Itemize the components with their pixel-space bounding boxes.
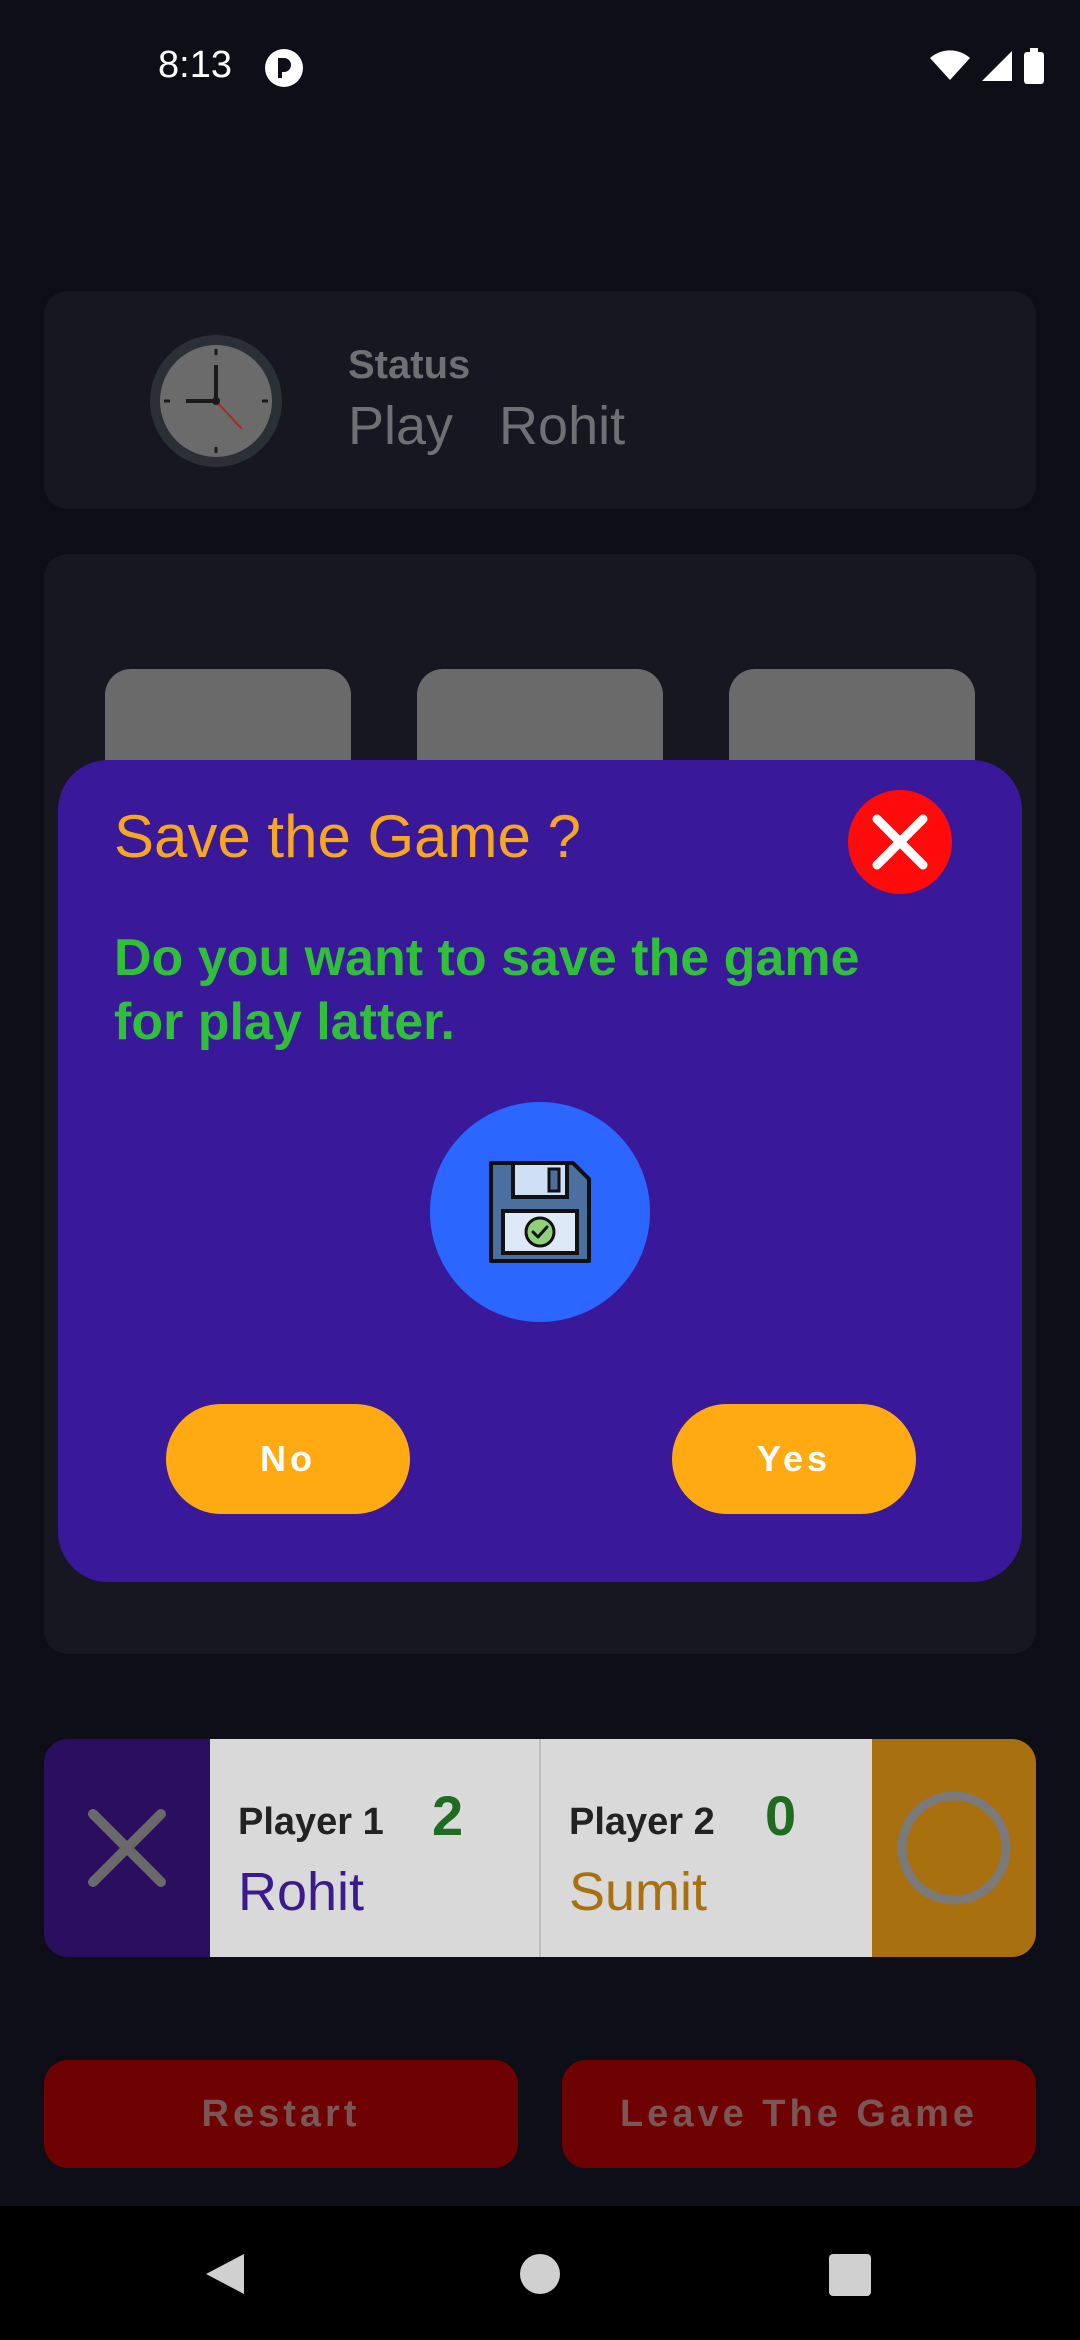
player1-mark [44,1739,210,1957]
player2-mark [872,1739,1036,1957]
player-bar: Player 1 2 Rohit Player 2 0 Sumit [44,1739,1036,1957]
status-current-player: Rohit [499,396,626,456]
home-icon[interactable] [520,2254,560,2294]
o-mark-icon [897,1791,1011,1905]
status-bar: 8:13 [0,0,1080,135]
status-state: Play [348,396,454,456]
player2-score: 0 [765,1784,797,1847]
x-mark-icon [88,1809,166,1887]
player2-panel: Player 2 0 Sumit [541,1739,872,1957]
player2-name: Sumit [569,1862,708,1922]
dialog-message: Do you want to save the game for play la… [114,929,860,1051]
player1-panel: Player 1 2 Rohit [210,1739,541,1957]
dialog-close-button[interactable] [848,790,952,894]
save-game-dialog: Save the Game ? Do you want to save the … [58,760,1022,1582]
dialog-title: Save the Game ? [114,803,581,870]
wifi-icon [930,50,970,80]
recents-icon[interactable] [829,2254,871,2296]
signal-icon [982,51,1012,81]
save-icon-circle [430,1102,650,1322]
back-icon[interactable] [204,2252,246,2296]
leave-game-button[interactable]: Leave The Game [562,2060,1036,2168]
status-label: Status [348,343,471,387]
player1-name: Rohit [238,1862,365,1922]
restart-button[interactable]: Restart [44,2060,518,2168]
close-icon [872,814,928,870]
status-values: Play Rohit [348,395,625,457]
no-button[interactable]: No [166,1404,410,1514]
app-notification-icon [265,49,303,87]
floppy-disk-icon [489,1161,591,1263]
navigation-bar [0,2206,1080,2340]
battery-icon [1024,48,1044,84]
status-icons [930,48,1044,84]
status-time: 8:13 [158,44,232,86]
clock-icon [150,335,282,467]
player1-label: Player 1 [238,1801,384,1843]
player1-score: 2 [432,1784,464,1847]
yes-button[interactable]: Yes [672,1404,916,1514]
status-card: Status Play Rohit [44,291,1036,509]
player2-label: Player 2 [569,1801,715,1843]
